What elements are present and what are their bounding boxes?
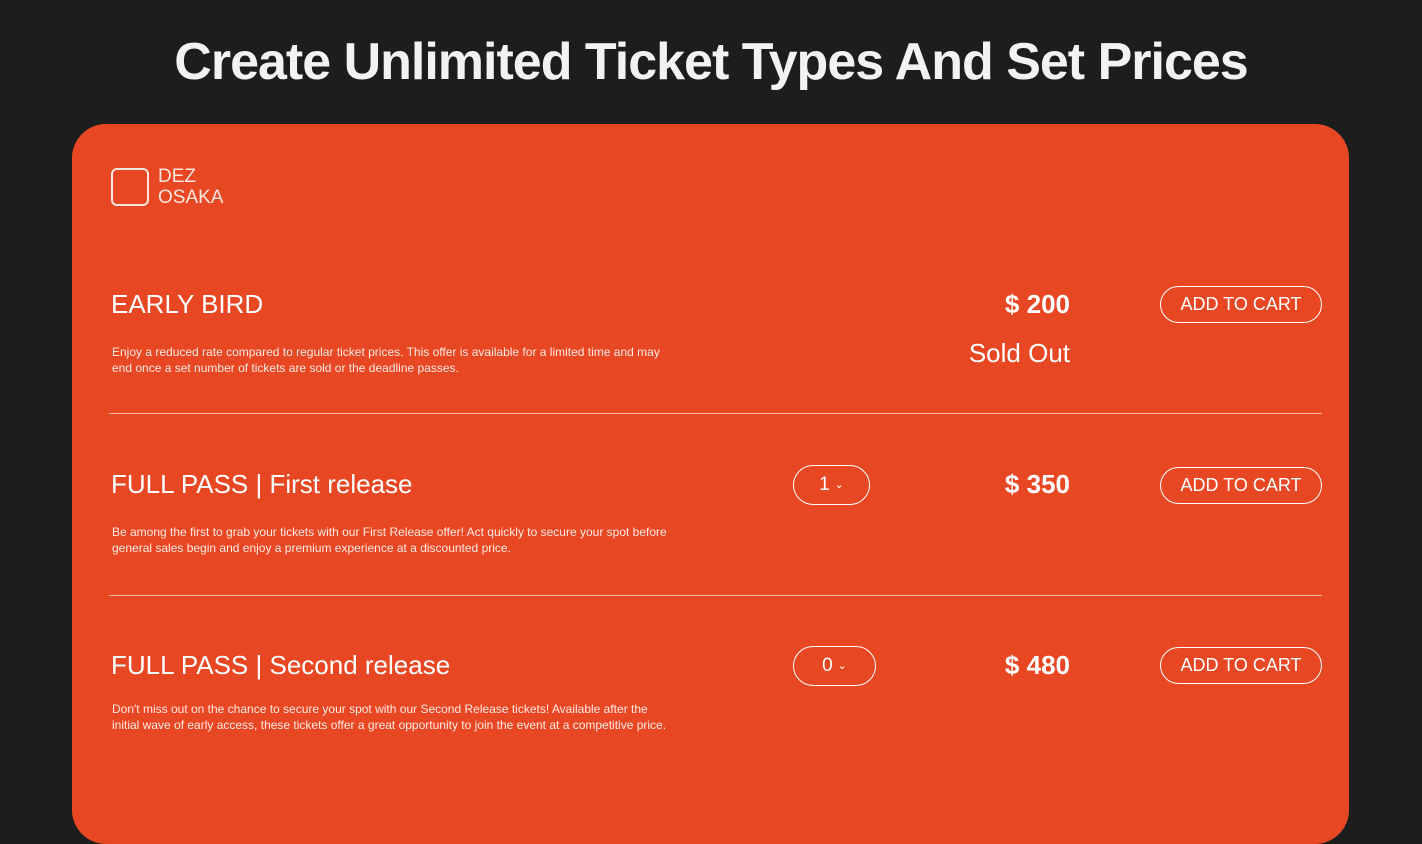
ticket-description: Enjoy a reduced rate compared to regular… [112, 345, 660, 375]
ticket-title: FULL PASS | First release [111, 469, 413, 499]
brand-name-line-1: DEZ [158, 166, 196, 187]
page-headline: Create Unlimited Ticket Types And Set Pr… [174, 33, 1248, 91]
ticket-card: DEZ OSAKA EARLY BIRD Enjoy a reduced rat… [72, 124, 1349, 844]
brand-name-line-2: OSAKA [158, 187, 224, 208]
ticket-description: Be among the first to grab your tickets … [112, 525, 667, 555]
chevron-down-icon: ⌄ [837, 659, 847, 672]
ticket-price: $ 350 [1004, 469, 1070, 499]
sold-out-status: Sold Out [968, 338, 1070, 368]
quantity-value: 1 [819, 474, 830, 495]
add-to-cart-button[interactable]: ADD TO CART [1160, 647, 1322, 684]
quantity-value: 0 [822, 655, 833, 676]
ticket-description: Don't miss out on the chance to secure y… [112, 702, 667, 732]
ticket-price: $ 200 [1004, 289, 1070, 319]
ticket-price: $ 480 [1004, 650, 1070, 680]
ticket-title: FULL PASS | Second release [111, 650, 451, 680]
add-to-cart-button[interactable]: ADD TO CART [1160, 467, 1322, 504]
square-outline-icon [111, 168, 149, 206]
ticket-title: EARLY BIRD [111, 289, 264, 319]
quantity-dropdown[interactable]: 1 ⌄ [793, 465, 870, 505]
add-to-cart-button[interactable]: ADD TO CART [1160, 286, 1322, 323]
row-divider [109, 595, 1322, 596]
chevron-down-icon: ⌄ [834, 478, 844, 491]
quantity-dropdown[interactable]: 0 ⌄ [793, 646, 876, 686]
brand-logo: DEZ OSAKA [111, 166, 223, 208]
brand-name: DEZ OSAKA [158, 166, 223, 208]
row-divider [109, 413, 1322, 414]
